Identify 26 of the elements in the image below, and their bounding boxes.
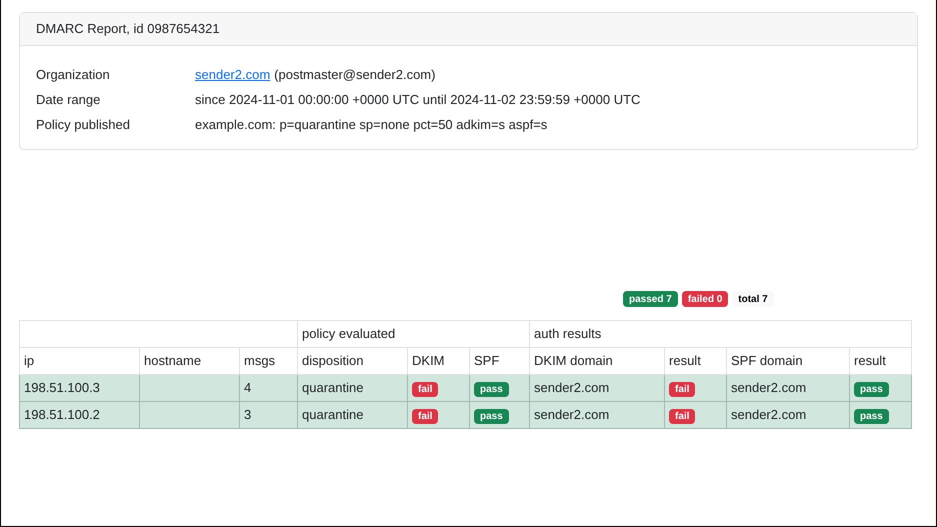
result-badge: fail <box>412 382 438 398</box>
result-badge: fail <box>669 382 696 398</box>
group-header: policy evaluated <box>298 320 530 348</box>
field-value: (postmaster@sender2.com) <box>274 66 436 84</box>
organization-link[interactable]: sender2.com <box>195 64 270 84</box>
table-cell: sender2.com <box>726 402 850 428</box>
field-value: since 2024-11-01 00:00:00 +0000 UTC until 2024-11-02 23:59:59 +0000 UTC <box>195 90 640 109</box>
table-cell: 198.51.100.2 <box>20 402 140 428</box>
field-label: Policy published <box>36 116 131 134</box>
summary-badge: failed 0 <box>682 291 728 307</box>
result-badge: pass <box>474 409 509 424</box>
result-badge: pass <box>474 382 509 398</box>
result-badge: fail <box>412 409 438 424</box>
result-badge: pass <box>854 382 889 398</box>
field-value: example.com: p=quarantine sp=none pct=50 adkim=s aspf=s <box>195 116 548 134</box>
table-cell: quarantine <box>298 402 408 428</box>
summary-badge: passed 7 <box>623 291 678 307</box>
result-badge: pass <box>854 409 889 424</box>
table-cell: sender2.com <box>530 402 665 428</box>
result-badge: fail <box>669 409 696 424</box>
field-label: Date range <box>36 90 102 109</box>
report-title: DMARC Report, id 0987654321 <box>36 20 220 38</box>
table-cell: 3 <box>240 402 298 428</box>
group-header: auth results <box>530 320 912 348</box>
field-label: Organization <box>36 66 111 84</box>
summary-badge: total 7 <box>732 291 774 307</box>
